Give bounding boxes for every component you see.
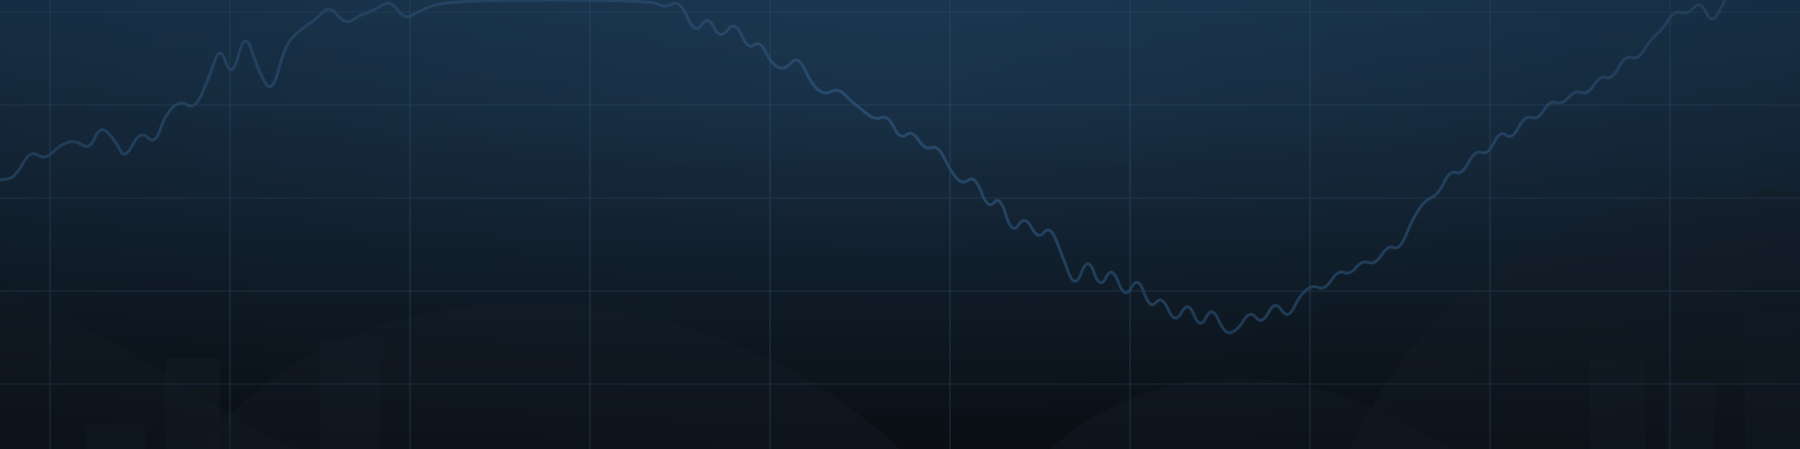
vignette-overlay (0, 0, 1800, 449)
decorative-chart-background (0, 0, 1800, 449)
hero-banner (0, 0, 1800, 449)
